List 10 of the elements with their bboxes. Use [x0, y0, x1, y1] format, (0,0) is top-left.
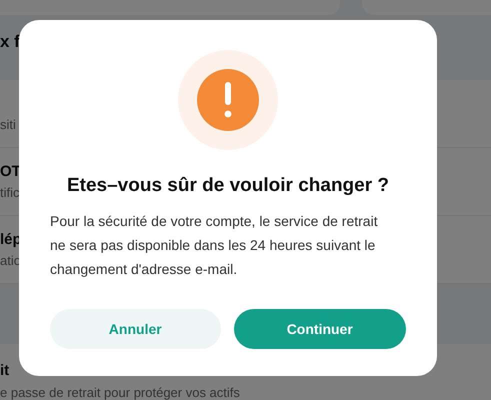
warning-icon	[178, 50, 278, 150]
continue-button[interactable]: Continuer	[234, 309, 406, 349]
dialog-message: Pour la sécurité de votre compte, le service de retrait ne sera pas disponible dans les 24 heures suivant le changement d'adresse e-mail.	[50, 212, 379, 279]
row-subtitle: tific	[0, 185, 20, 200]
row-title: OT	[0, 163, 21, 180]
row-subtitle: siti	[0, 117, 16, 132]
cancel-button[interactable]: Annuler	[50, 309, 220, 349]
row-title: it	[0, 362, 10, 379]
row-subtitle: e passe de retrait pour protéger vos actifs	[0, 385, 240, 400]
dialog-title: Etes–vous sûr de vouloir changer ?	[66, 175, 390, 197]
